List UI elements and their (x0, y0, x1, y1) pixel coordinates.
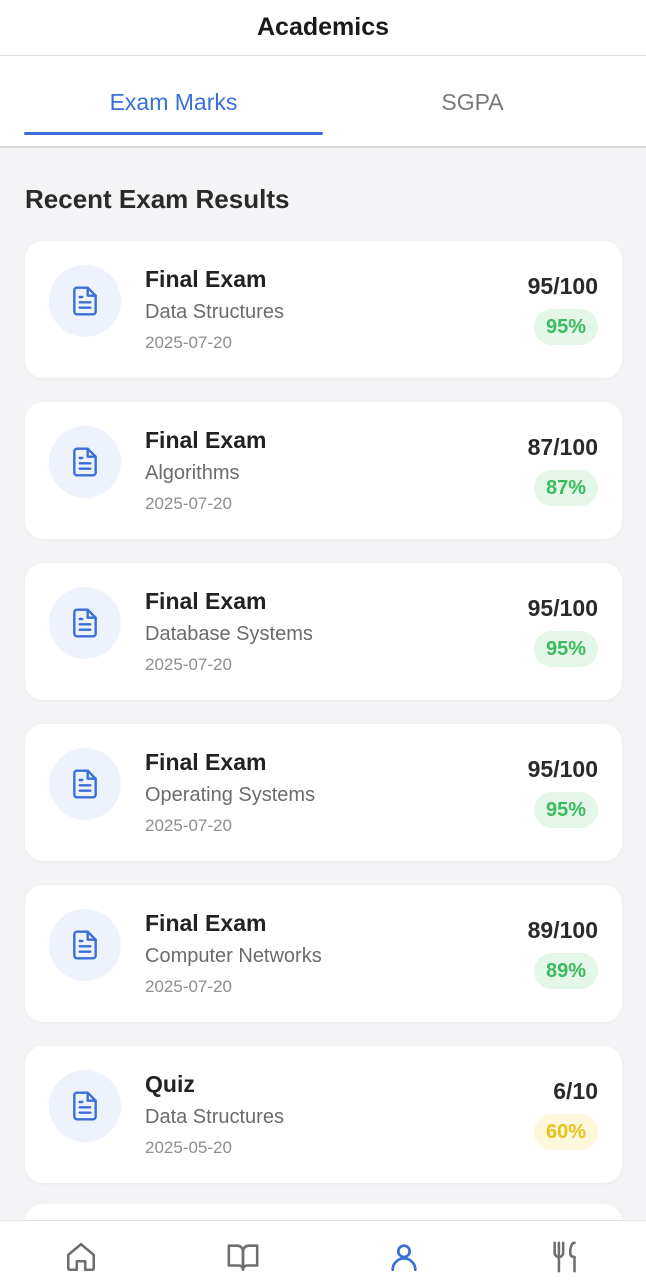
exam-score: 95/100 (527, 273, 598, 299)
exam-subject: Operating Systems (145, 784, 316, 806)
nav-home[interactable] (63, 1239, 99, 1275)
exam-result-card[interactable]: Final Exam Operating Systems 2025-07-20 95/… (25, 724, 622, 861)
section-title: Recent Exam Results (25, 184, 290, 214)
exam-score: 6/10 (553, 1078, 598, 1104)
book-icon (227, 1244, 259, 1272)
exam-date: 2025-07-20 (145, 333, 232, 352)
document-icon (49, 909, 121, 981)
percentage-badge: 95% (533, 631, 598, 667)
exam-date: 2025-05-20 (145, 1138, 232, 1157)
exam-result-card[interactable]: Final Exam Database Systems 2025-07-20 95/1… (25, 563, 622, 700)
exam-score: 87/100 (527, 434, 598, 460)
tab-bar: Exam Marks SGPA (0, 56, 646, 148)
nav-courses[interactable] (225, 1239, 261, 1275)
exam-type: Quiz (145, 1071, 195, 1097)
exam-subject: Database Systems (145, 623, 313, 645)
exam-score: 95/100 (527, 756, 598, 782)
page-title: Academics (256, 13, 390, 41)
percentage-badge: 95% (533, 792, 598, 828)
exam-type: Final Exam (145, 588, 267, 614)
home-icon (66, 1242, 96, 1272)
exam-type: Final Exam (145, 427, 267, 453)
exam-result-card[interactable]: Final Exam Computer Networks 2025-07-20 89/… (25, 885, 622, 1022)
nav-dining[interactable] (548, 1239, 584, 1275)
document-icon (49, 426, 121, 498)
exam-subject: Algorithms (145, 462, 240, 484)
exam-subject: Data Structures (145, 301, 284, 323)
exam-score: 95/100 (527, 595, 598, 621)
bottom-navigation (0, 1220, 646, 1280)
document-icon (49, 265, 121, 337)
exam-date: 2025-07-20 (145, 494, 232, 513)
exam-type: Final Exam (145, 749, 267, 775)
exam-date: 2025-07-20 (145, 655, 232, 674)
percentage-badge: 60% (533, 1114, 598, 1150)
exam-subject: Data Structures (145, 1106, 284, 1128)
app-header: Academics (0, 0, 646, 56)
exam-result-card[interactable]: Final Exam Algorithms 2025-07-20 87/100 87% (25, 402, 622, 539)
document-icon (49, 587, 121, 659)
document-icon (49, 1070, 121, 1142)
tab-sgpa[interactable]: SGPA (323, 56, 622, 148)
dining-icon (553, 1241, 576, 1273)
percentage-badge: 95% (533, 309, 598, 345)
exam-date: 2025-07-20 (145, 977, 232, 996)
exam-subject: Computer Networks (145, 945, 322, 967)
exam-score: 89/100 (527, 917, 598, 943)
exam-date: 2025-07-20 (145, 816, 232, 835)
exam-results-list: Final Exam Data Structures 2025-07-20 95/10… (25, 241, 622, 1207)
exam-result-card[interactable]: Quiz Data Structures 2025-05-20 6/10 60% (25, 1046, 622, 1183)
percentage-badge: 89% (533, 953, 598, 989)
percentage-badge: 87% (533, 470, 598, 506)
exam-type: Final Exam (145, 910, 267, 936)
exam-type: Final Exam (145, 266, 267, 292)
document-icon (49, 748, 121, 820)
nav-profile[interactable] (386, 1239, 422, 1275)
exam-result-card[interactable]: Final Exam Data Structures 2025-07-20 95/10… (25, 241, 622, 378)
profile-icon (391, 1244, 417, 1272)
active-tab-indicator (24, 132, 323, 135)
